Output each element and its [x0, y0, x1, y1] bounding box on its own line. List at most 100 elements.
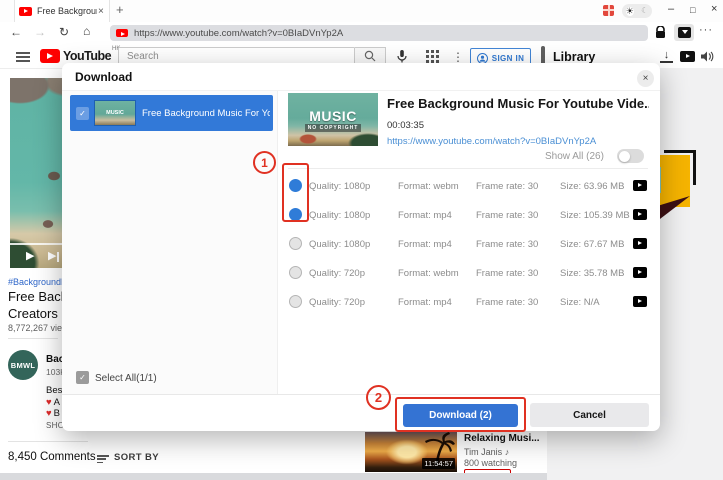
- list-item-checkbox[interactable]: ✓: [76, 107, 89, 120]
- new-tab-button[interactable]: +: [116, 2, 124, 17]
- next-video-icon[interactable]: ▶: [48, 249, 56, 262]
- apps-grid-icon[interactable]: [426, 50, 439, 63]
- video-type-icon: [633, 296, 647, 307]
- format-size: Size: 67.67 MB: [560, 239, 624, 250]
- format-row[interactable]: Quality: 1080p Format: mp4 Frame rate: 3…: [283, 200, 653, 229]
- format-row[interactable]: Quality: 1080p Format: mp4 Frame rate: 3…: [283, 229, 653, 258]
- address-bar[interactable]: https://www.youtube.com/watch?v=0BIaDVnY…: [110, 25, 648, 41]
- pinned-comment-line3: ♥B: [46, 408, 60, 419]
- library-audio-tab-icon[interactable]: [701, 51, 714, 62]
- video-title-line2: Creators: [8, 306, 58, 321]
- refresh-icon[interactable]: ↻: [59, 25, 69, 39]
- dialog-video-title: Free Background Music For Youtube Vide..…: [387, 96, 649, 111]
- library-video-tab-icon[interactable]: [680, 51, 695, 62]
- browser-tab[interactable]: Free Background Mus ×: [14, 0, 110, 22]
- format-type: Format: webm: [398, 181, 459, 192]
- annotation-box-formats: [282, 163, 309, 222]
- format-row[interactable]: Quality: 720p Format: mp4 Frame rate: 30…: [283, 287, 653, 316]
- browser-menu-icon[interactable]: ···: [699, 24, 713, 36]
- show-all-toggle[interactable]: [617, 149, 644, 163]
- format-quality: Quality: 1080p: [309, 210, 370, 221]
- list-item-thumbnail: MUSIC: [94, 100, 136, 126]
- sign-in-label: SIGN IN: [492, 54, 525, 63]
- forward-icon: →: [34, 25, 46, 39]
- format-framerate: Frame rate: 30: [476, 239, 538, 250]
- annotation-step-1: 1: [253, 151, 276, 174]
- window-maximize-button[interactable]: □: [690, 5, 695, 15]
- dialog-title: Download: [75, 70, 132, 84]
- youtube-favicon: [19, 7, 32, 16]
- dark-theme-icon[interactable]: ☾: [641, 7, 648, 15]
- format-radio[interactable]: [289, 237, 302, 250]
- window-minimize-button[interactable]: –: [668, 3, 674, 15]
- back-icon[interactable]: ←: [10, 25, 22, 39]
- format-row[interactable]: Quality: 720p Format: webm Frame rate: 3…: [283, 258, 653, 287]
- format-radio[interactable]: [289, 295, 302, 308]
- annotation-step-2: 2: [366, 385, 391, 410]
- annotation-box-download: [395, 397, 526, 432]
- video-duration-badge: 11:54:57: [422, 458, 455, 469]
- format-framerate: Frame rate: 30: [476, 268, 538, 279]
- sort-by-button[interactable]: SORT BY: [114, 452, 159, 463]
- home-icon[interactable]: ⌂: [83, 24, 90, 38]
- light-theme-icon[interactable]: ☀: [626, 7, 634, 16]
- url-text[interactable]: https://www.youtube.com/watch?v=0BIaDVnY…: [134, 28, 343, 39]
- dialog-footer-divider: [62, 394, 660, 395]
- library-item-thumbnail-border: [693, 150, 696, 185]
- thumbnail-subtext: NO COPYRIGHT: [305, 124, 362, 132]
- format-type: Format: mp4: [398, 297, 452, 308]
- video-player[interactable]: [10, 78, 70, 268]
- window-close-button[interactable]: ×: [711, 3, 717, 15]
- show-all-label: Show All (26): [545, 151, 604, 162]
- youtube-logo-icon[interactable]: [40, 49, 60, 63]
- format-row[interactable]: Quality: 1080p Format: webm Frame rate: …: [283, 171, 653, 200]
- format-framerate: Frame rate: 30: [476, 181, 538, 192]
- format-type: Format: webm: [398, 268, 459, 279]
- youtube-favicon: [116, 29, 128, 37]
- menu-icon[interactable]: [16, 52, 30, 62]
- library-download-tab-icon[interactable]: ↓: [660, 49, 673, 63]
- heart-icon: ♥: [46, 408, 52, 419]
- tab-close-icon[interactable]: ×: [98, 6, 104, 17]
- play-icon[interactable]: ▶: [26, 249, 34, 262]
- cancel-button[interactable]: Cancel: [530, 403, 649, 427]
- page-bottom-strip: [0, 473, 547, 480]
- dialog-close-button[interactable]: ×: [637, 70, 654, 87]
- browser-window: Free Background Mus × + ☀ ☾ – □ × ← → ↻ …: [0, 0, 723, 480]
- sort-icon[interactable]: [97, 455, 109, 464]
- format-type: Format: mp4: [398, 239, 452, 250]
- download-video-icon: [678, 27, 691, 38]
- search-icon: [364, 50, 376, 62]
- video-type-icon: [633, 180, 647, 191]
- voice-search-icon[interactable]: [394, 48, 410, 64]
- channel-avatar[interactable]: BMWL: [8, 350, 38, 380]
- suggested-video-thumbnail[interactable]: 11:54:57: [365, 432, 457, 472]
- suggested-video-channel[interactable]: Tim Janis ♪: [464, 447, 509, 457]
- format-framerate: Frame rate: 30: [476, 210, 538, 221]
- select-all-checkbox[interactable]: ✓: [76, 371, 89, 384]
- more-options-icon[interactable]: ⋮: [452, 50, 464, 64]
- format-type: Format: mp4: [398, 210, 452, 221]
- person-icon: [477, 53, 488, 64]
- music-note-icon: ♪: [505, 447, 510, 457]
- player-progress-bar[interactable]: [10, 243, 70, 245]
- video-type-icon: [633, 267, 647, 278]
- youtube-logo-text[interactable]: YouTube: [63, 49, 111, 63]
- theme-toggle[interactable]: ☀ ☾: [622, 4, 652, 18]
- gift-icon[interactable]: [603, 5, 614, 16]
- suggested-video-title[interactable]: Relaxing Musi...: [464, 433, 540, 444]
- format-radio[interactable]: [289, 266, 302, 279]
- format-quality: Quality: 1080p: [309, 239, 370, 250]
- comments-count: 8,450 Comments: [8, 451, 96, 463]
- dialog-video-duration: 00:03:35: [387, 120, 424, 131]
- library-item-thumbnail-border: [664, 150, 696, 153]
- dialog-video-url[interactable]: https://www.youtube.com/watch?v=0BIaDVnY…: [387, 136, 596, 147]
- video-type-icon: [633, 238, 647, 249]
- video-downloader-extension-button[interactable]: [674, 24, 694, 41]
- lock-icon: [655, 26, 666, 39]
- dialog-video-list: [62, 91, 278, 394]
- video-thumbnail: MUSIC NO COPYRIGHT: [288, 93, 378, 146]
- format-list-divider: [288, 168, 648, 169]
- divider: [8, 338, 58, 339]
- format-quality: Quality: 720p: [309, 297, 365, 308]
